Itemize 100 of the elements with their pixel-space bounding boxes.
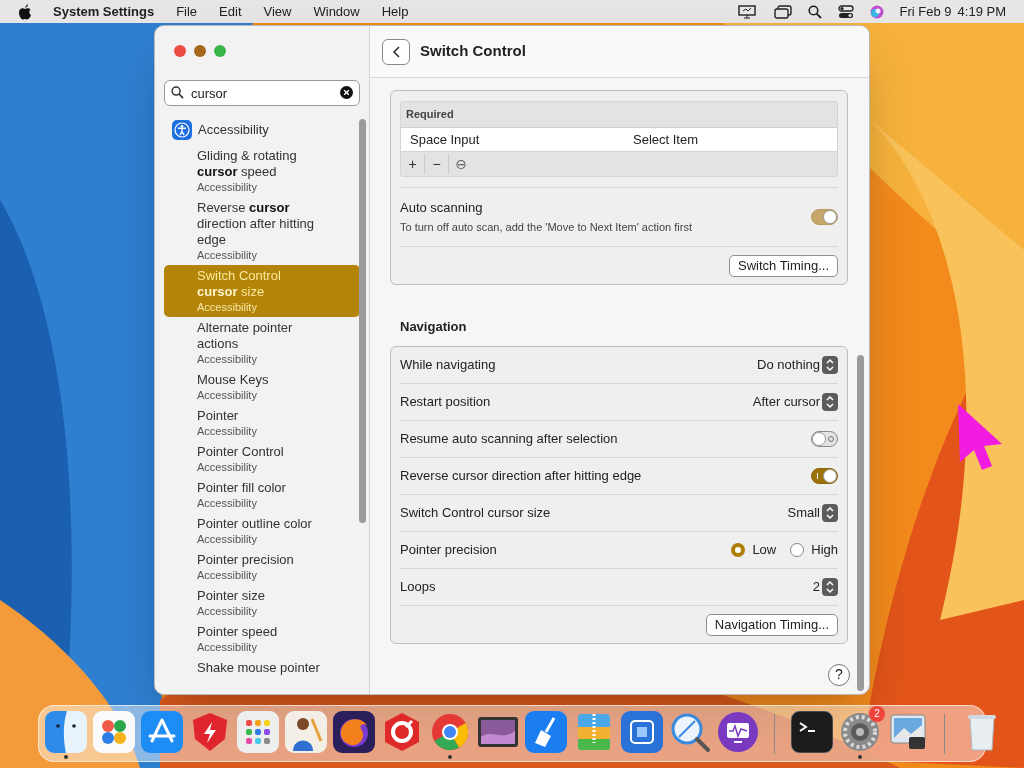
- toggle-switch[interactable]: [811, 430, 838, 447]
- result-subtitle: Accessibility: [197, 424, 258, 438]
- result-title: Pointer outline color: [197, 516, 313, 532]
- close-button[interactable]: [174, 45, 186, 57]
- radio-button[interactable]: [731, 542, 746, 557]
- chevron-left-icon: [392, 45, 400, 58]
- help-button[interactable]: ?: [828, 663, 850, 686]
- result-title: Pointer Control: [197, 444, 285, 460]
- table-cell-text: Select Item: [633, 130, 699, 149]
- menu-item[interactable]: Help: [381, 1, 409, 22]
- result-subtitle: Accessibility: [197, 604, 258, 618]
- search-result[interactable]: Reverse cursor direction after hitting edge Accessibility: [164, 197, 360, 265]
- toggle-switch[interactable]: [811, 467, 838, 484]
- result-title: Gliding & rotating cursor speed: [197, 148, 298, 180]
- result-title: Reverse cursor direction after hitting edge: [197, 200, 316, 248]
- result-subtitle: Accessibility: [197, 248, 258, 262]
- minimize-button[interactable]: [194, 45, 206, 57]
- search-field[interactable]: cursor: [164, 80, 360, 106]
- popup-button[interactable]: Small: [787, 502, 838, 523]
- result-subtitle: Accessibility: [197, 352, 258, 366]
- setting-label: Resume auto scanning after selection: [400, 429, 618, 448]
- menu-bar-date[interactable]: Fri Feb 9: [899, 1, 952, 22]
- result-subtitle: Accessibility: [197, 300, 258, 314]
- search-icon: [171, 86, 184, 99]
- search-result[interactable]: Shake mouse pointer: [164, 657, 360, 679]
- result-title: Pointer fill color: [197, 480, 287, 496]
- popup-button[interactable]: 2: [812, 576, 838, 597]
- options-button[interactable]: ⊖: [449, 154, 473, 174]
- radio-option[interactable]: Low: [731, 539, 777, 560]
- result-subtitle: Accessibility: [197, 388, 258, 402]
- result-title: Mouse Keys: [197, 372, 270, 388]
- apple-icon[interactable]: [18, 3, 32, 20]
- category-label: Accessibility: [198, 121, 269, 140]
- orb-icon[interactable]: [869, 4, 884, 19]
- result-title: Pointer size: [197, 588, 266, 604]
- setting-label: While navigating: [400, 355, 496, 374]
- add-button[interactable]: +: [401, 154, 425, 174]
- result-subtitle: Accessibility: [197, 180, 258, 194]
- setting-label: Auto scanning: [400, 199, 484, 217]
- gear-icon[interactable]: [838, 710, 881, 753]
- search-result[interactable]: Pointer Control Accessibility: [164, 441, 360, 477]
- result-subtitle: Accessibility: [197, 496, 258, 510]
- search-result[interactable]: Pointer speed Accessibility: [164, 621, 360, 657]
- setting-label: Loops: [400, 577, 436, 596]
- search-result[interactable]: Gliding & rotating cursor speed Accessibility: [164, 145, 360, 197]
- back-button[interactable]: [382, 38, 410, 65]
- table-section-header: Required: [401, 102, 837, 128]
- radio-option[interactable]: High: [790, 539, 838, 560]
- app-name[interactable]: System Settings: [53, 1, 155, 22]
- waveform-monitor-icon[interactable]: [716, 710, 759, 753]
- scrollbar[interactable]: [359, 119, 366, 523]
- switch-timing-button[interactable]: Switch Timing...: [728, 255, 838, 277]
- menu-item[interactable]: View: [263, 1, 292, 22]
- result-title: Pointer precision: [197, 552, 295, 568]
- search-icon[interactable]: [807, 4, 822, 19]
- search-result[interactable]: Pointer Accessibility: [164, 405, 360, 441]
- search-result[interactable]: Alternate pointer actions Accessibility: [164, 317, 360, 369]
- result-title: Alternate pointer actions: [197, 320, 294, 352]
- clear-icon[interactable]: [340, 86, 353, 99]
- result-title: Pointer: [197, 408, 240, 424]
- accessibility-icon: [172, 120, 192, 140]
- search-result[interactable]: Pointer precision Accessibility: [164, 549, 360, 585]
- menu-item[interactable]: File: [176, 1, 198, 22]
- menu-item[interactable]: Window: [313, 1, 360, 22]
- setting-label: Restart position: [400, 392, 491, 411]
- control-center-icon[interactable]: [837, 4, 854, 19]
- updown-chevron-icon: [822, 577, 838, 596]
- search-result[interactable]: Mouse Keys Accessibility: [164, 369, 360, 405]
- search-result[interactable]: Pointer size Accessibility: [164, 585, 360, 621]
- setting-label: Reverse cursor direction after hitting edge: [400, 466, 642, 485]
- windows-icon[interactable]: [773, 4, 792, 19]
- updown-chevron-icon: [822, 392, 838, 411]
- remove-button[interactable]: −: [425, 154, 449, 174]
- navigation-timing-button[interactable]: Navigation Timing...: [705, 613, 838, 636]
- menu-item[interactable]: Edit: [219, 1, 242, 22]
- popup-button[interactable]: After cursor: [752, 391, 838, 412]
- radio-button[interactable]: [790, 542, 805, 557]
- setting-label: Pointer precision: [400, 540, 497, 559]
- zoom-button[interactable]: [214, 45, 226, 57]
- search-result[interactable]: Pointer outline color Accessibility: [164, 513, 360, 549]
- search-result[interactable]: Pointer fill color Accessibility: [164, 477, 360, 513]
- result-title: Shake mouse pointer: [197, 660, 321, 676]
- setting-label: Switch Control cursor size: [400, 503, 551, 522]
- result-subtitle: Accessibility: [197, 640, 258, 654]
- result-subtitle: Accessibility: [197, 460, 258, 474]
- result-subtitle: Accessibility: [197, 568, 258, 582]
- updown-chevron-icon: [822, 355, 838, 374]
- result-title: Pointer speed: [197, 624, 279, 640]
- result-subtitle: Accessibility: [197, 532, 258, 546]
- result-title: Switch Control cursor size: [197, 268, 282, 300]
- table-cell-text: Space Input: [409, 130, 481, 149]
- setting-note: To turn off auto scan, add the 'Move to Next Item' action first: [400, 219, 692, 235]
- popup-button[interactable]: Do nothing: [757, 354, 838, 375]
- scrollbar[interactable]: [857, 355, 864, 691]
- section-heading: Navigation: [400, 318, 468, 336]
- menu-bar-time[interactable]: 4:19 PM: [957, 1, 1006, 22]
- page-title: Switch Control: [420, 41, 526, 62]
- display-icon[interactable]: [737, 4, 756, 19]
- updown-chevron-icon: [822, 503, 838, 522]
- terminal-icon[interactable]: [790, 710, 833, 753]
